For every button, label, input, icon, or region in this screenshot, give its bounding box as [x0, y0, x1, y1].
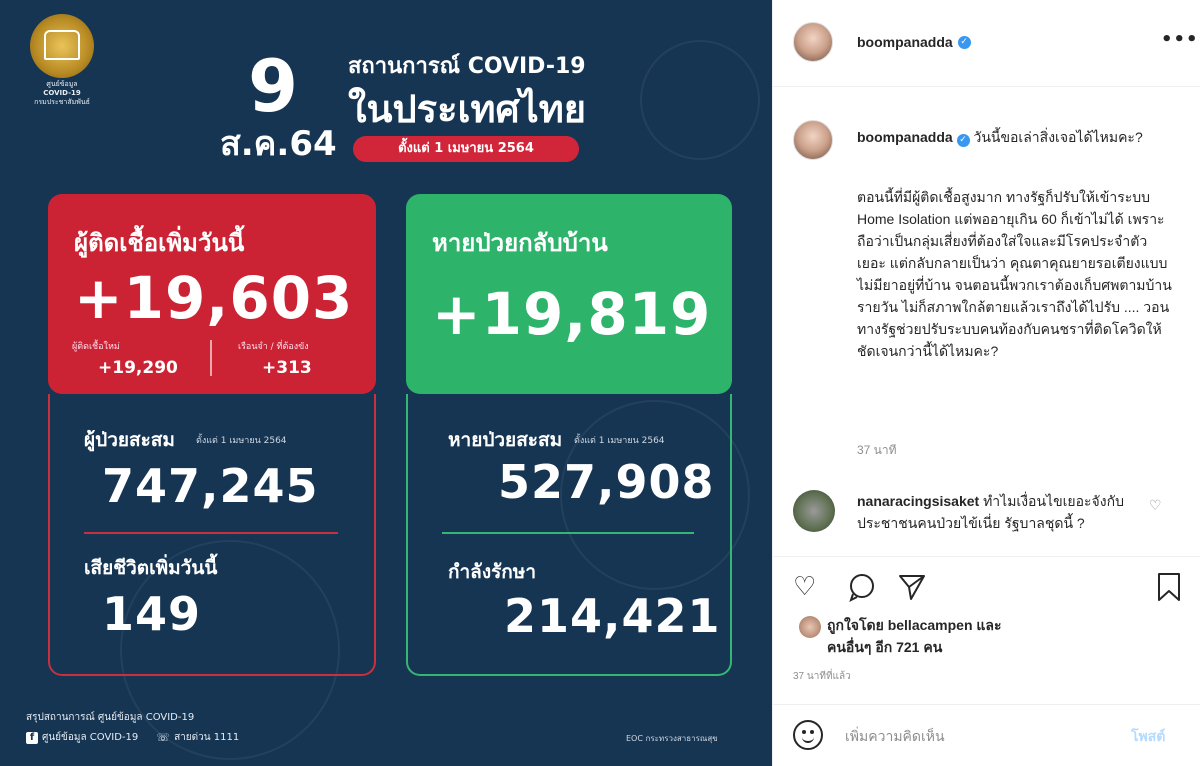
divider — [442, 532, 694, 534]
footer-facebook: ศูนย์ข้อมูล COVID-19 — [42, 732, 139, 743]
caption-username[interactable]: boompanadda — [857, 129, 953, 145]
since-badge: ตั้งแต่ 1 เมษายน 2564 — [353, 136, 579, 162]
deaths-today-label: เสียชีวิตเพิ่มวันนี้ — [84, 557, 218, 579]
recovered-today-value: +19,819 — [432, 280, 712, 348]
verified-badge-icon: ✓ — [956, 134, 970, 147]
footer-contacts: f ศูนย์ข้อมูล COVID-19 ☏ สายด่วน 1111 — [26, 732, 239, 744]
footer-source: EOC กระทรวงสาธารณสุข — [626, 734, 718, 743]
save-bookmark-icon[interactable] — [1155, 572, 1183, 609]
cumulative-cases-panel: ผู้ป่วยสะสม ตั้งแต่ 1 เมษายน 2564 747,24… — [48, 394, 376, 676]
cumulative-recovered-since: ตั้งแต่ 1 เมษายน 2564 — [574, 436, 665, 446]
virus-decoration — [640, 40, 760, 160]
cumulative-cases-since: ตั้งแต่ 1 เมษายน 2564 — [196, 436, 287, 446]
post-image: ศูนย์ข้อมูล COVID-19 กรมประชาสัมพันธ์ 9 … — [0, 0, 772, 766]
divider — [773, 86, 1200, 87]
author-username[interactable]: boompanadda — [857, 32, 953, 52]
footer-summary: สรุปสถานการณ์ ศูนย์ข้อมูล COVID-19 — [26, 712, 195, 723]
caption-header: boompanadda ✓ วันนี้ขอเล่าสิ่งเจอได้ไหมค… — [857, 126, 1177, 148]
recovered-today-card: หายป่วยกลับบ้าน +19,819 — [406, 194, 732, 394]
headline-line2: ในประเทศไทย — [348, 87, 587, 131]
cumulative-cases-label: ผู้ป่วยสะสม — [84, 429, 175, 451]
cumulative-recovered-value: 527,908 — [498, 455, 715, 509]
verified-badge-icon: ✓ — [957, 35, 971, 49]
divider — [210, 340, 212, 376]
deaths-today-value: 149 — [102, 587, 202, 641]
in-treatment-value: 214,421 — [504, 589, 721, 643]
footer-hotline: สายด่วน 1111 — [174, 732, 240, 743]
emblem-caption: ศูนย์ข้อมูล COVID-19 กรมประชาสัมพันธ์ — [34, 80, 90, 106]
cumulative-recovered-panel: หายป่วยสะสม ตั้งแต่ 1 เมษายน 2564 527,90… — [406, 394, 732, 676]
new-cases-label: ผู้ติดเชื้อเพิ่มวันนี้ — [74, 229, 245, 257]
divider — [773, 556, 1200, 557]
comment-avatar[interactable] — [793, 490, 835, 532]
divider — [84, 532, 338, 534]
caption-intro: วันนี้ขอเล่าสิ่งเจอได้ไหมคะ? — [973, 129, 1143, 145]
prison-label: เรือนจำ / ที่ต้องขัง — [238, 342, 309, 352]
new-local-value: +19,290 — [98, 358, 178, 378]
post-sidebar: boompanadda ✓ ••• boompanadda ✓ วันนี้ขอ… — [772, 0, 1200, 766]
new-local-label: ผู้ติดเชื้อใหม่ — [72, 342, 120, 352]
comment: nanaracingsisaket ทำไมเงื่อนไขเยอะจังกับ… — [857, 490, 1157, 554]
emoji-icon[interactable] — [793, 720, 823, 750]
likes-count[interactable]: คนอื่นๆ อีก 721 คน — [827, 636, 942, 658]
more-options-icon[interactable]: ••• — [1161, 30, 1199, 50]
comment-icon[interactable] — [847, 572, 877, 609]
post-author[interactable]: boompanadda ✓ — [857, 32, 971, 52]
government-emblem-icon — [30, 14, 94, 78]
recovered-today-label: หายป่วยกลับบ้าน — [432, 229, 608, 257]
caption-body: ตอนนี้ที่มีผู้ติดเชื้อสูงมาก ทางรัฐก็ปรั… — [857, 189, 1172, 359]
avatar[interactable] — [793, 120, 833, 160]
avatar[interactable] — [793, 22, 833, 62]
date-month-year: ส.ค.64 — [220, 124, 337, 164]
comment-input[interactable] — [845, 724, 1105, 748]
comment-like-icon[interactable]: ♡ — [1149, 498, 1162, 514]
phone-icon: ☏ — [156, 731, 171, 744]
facebook-icon: f — [26, 732, 38, 744]
cumulative-cases-value: 747,245 — [102, 459, 319, 513]
likes-summary[interactable]: ถูกใจโดย bellacampen และ — [827, 614, 1002, 636]
prison-value: +313 — [262, 358, 312, 378]
like-icon[interactable]: ♡ — [793, 572, 816, 602]
share-icon[interactable] — [897, 572, 927, 609]
post-comment-button[interactable]: โพสต์ — [1131, 724, 1165, 748]
in-treatment-label: กำลังรักษา — [448, 561, 536, 583]
cumulative-recovered-label: หายป่วยสะสม — [448, 429, 563, 451]
headline-line1: สถานการณ์ COVID-19 — [348, 54, 586, 79]
liker-avatar[interactable] — [799, 616, 821, 638]
new-cases-value: +19,603 — [74, 264, 354, 332]
date-day: 9 — [248, 44, 299, 128]
new-cases-card: ผู้ติดเชื้อเพิ่มวันนี้ +19,603 ผู้ติดเชื… — [48, 194, 376, 394]
caption-timestamp: 37 นาที — [857, 443, 897, 457]
post-timestamp[interactable]: 37 นาทีที่แล้ว — [793, 670, 851, 684]
comment-username[interactable]: nanaracingsisaket — [857, 493, 979, 509]
divider — [773, 704, 1200, 705]
